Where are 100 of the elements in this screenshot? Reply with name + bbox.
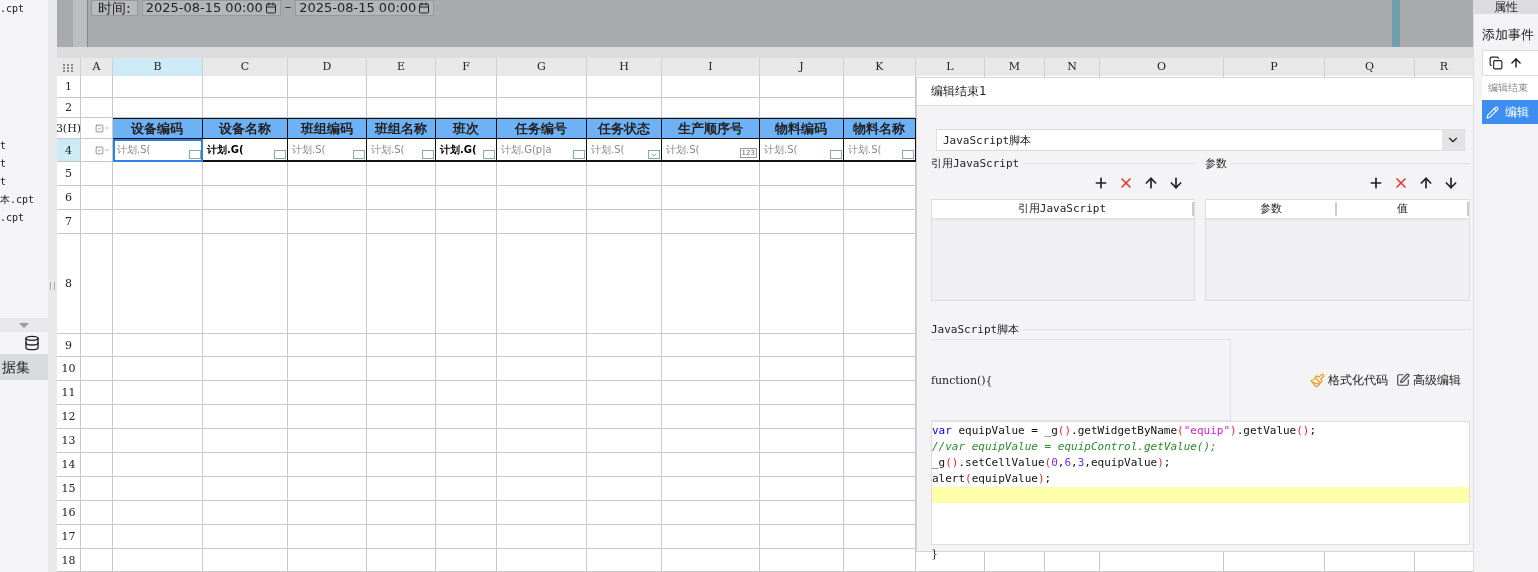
brush-icon (1309, 372, 1325, 388)
edit-icon (1395, 373, 1410, 387)
header-cell: 班组名称 (366, 118, 436, 139)
row-header[interactable]: 4 (56, 139, 81, 162)
code-line: alert(equipValue); (931, 471, 1053, 487)
row-header[interactable]: 1 (56, 76, 81, 98)
formula-cell[interactable]: 计划.G(p|a (496, 139, 587, 162)
table-cell (80, 477, 113, 501)
file-item[interactable]: t (0, 155, 48, 173)
code-editor[interactable]: var equipValue = _g().getWidgetByName("equip").getValue(); //var equipValue = equipControl.getValue(); _g().setCellValue(0,6,3,equipValue); alert(equipValue); (930, 421, 1470, 545)
table-cell (366, 501, 436, 525)
table-header: 参数 (1205, 202, 1338, 216)
row-header[interactable]: 17 (56, 525, 81, 549)
table-cell (435, 453, 497, 477)
header-cell: 班次 (435, 118, 497, 139)
formula-cell[interactable]: 计划.S( (759, 139, 844, 162)
row-header[interactable]: 14 (56, 453, 81, 477)
table-cell (366, 334, 436, 357)
table-cell (435, 357, 497, 381)
row-header[interactable]: 16 (56, 501, 81, 525)
table-cell (80, 381, 113, 405)
pencil-icon (1486, 105, 1500, 119)
table-cell (435, 477, 497, 501)
text-widget-icon (188, 150, 201, 159)
text-widget-icon (572, 150, 585, 159)
event-item[interactable]: 编辑结束 (1482, 76, 1538, 100)
text-widget-icon (829, 150, 842, 159)
table-cell (366, 76, 436, 98)
database-icon[interactable] (23, 335, 40, 351)
dash-icon (103, 147, 110, 153)
start-date-field[interactable]: 2025-08-15 00:00 (141, 0, 281, 16)
section-legend: 参数 (1204, 155, 1227, 171)
file-item[interactable]: .cpt (0, 209, 48, 227)
table-cell (435, 162, 497, 186)
file-item[interactable]: t (0, 137, 48, 155)
table-cell (366, 162, 436, 186)
formula-cell[interactable]: 计划.S( (112, 139, 203, 162)
row-header[interactable]: 9 (56, 334, 81, 357)
copy-icon[interactable] (1489, 56, 1504, 70)
formula-cell[interactable]: 计划.S( (586, 139, 662, 162)
file-item[interactable]: 本.cpt (0, 191, 48, 209)
table-cell (435, 334, 497, 357)
table-cell (80, 357, 113, 381)
dataset-tab[interactable]: 据集 (0, 354, 48, 380)
row-header[interactable]: 18 (56, 549, 81, 572)
row-header[interactable]: 2 (56, 98, 81, 118)
row-header[interactable]: 8 (56, 234, 81, 334)
ruler (72, 0, 88, 47)
formula-cell[interactable]: 计划.S( (843, 139, 916, 162)
file-item[interactable]: t (0, 173, 48, 191)
closing-brace: } (930, 547, 939, 560)
row-header[interactable]: 3(H) (56, 118, 81, 139)
table-cell (366, 357, 436, 381)
table-cell (80, 76, 113, 98)
dash-icon (103, 125, 110, 131)
time-label: 时间: (90, 0, 138, 16)
table-cell (366, 477, 436, 501)
end-date-field[interactable]: 2025-08-15 00:00 (295, 0, 435, 16)
marker-bar (1391, 0, 1400, 47)
text-widget-icon (352, 150, 365, 159)
row-header[interactable]: 15 (56, 477, 81, 501)
table-header: 值 (1337, 202, 1469, 216)
row-header[interactable]: 10 (56, 357, 81, 381)
header-cell: 设备名称 (202, 118, 288, 139)
splitter-handle[interactable] (49, 282, 55, 290)
header-cell: 物料名称 (843, 118, 916, 139)
formula-cell[interactable]: 计划.S( (287, 139, 367, 162)
row-header[interactable]: 13 (56, 429, 81, 453)
table-cell (435, 76, 497, 98)
table-header: 引用JavaScript (931, 202, 1194, 216)
table-cell (80, 210, 113, 234)
table-cell (80, 186, 113, 210)
table-cell (80, 405, 113, 429)
calendar-icon (418, 2, 431, 14)
row-header[interactable]: 7 (56, 210, 81, 234)
format-code-button[interactable]: 格式化代码 (1309, 371, 1388, 389)
table-cell (366, 98, 436, 118)
formula-cell[interactable]: 计划.S( (366, 139, 436, 162)
table-cell (435, 501, 497, 525)
formula-cell[interactable]: 计划.G( (202, 139, 288, 162)
row-header[interactable]: 11 (56, 381, 81, 405)
file-item[interactable]: .cpt (0, 0, 48, 18)
row-header[interactable]: 12 (56, 405, 81, 429)
section-legend: JavaScript脚本 (930, 321, 1020, 337)
header-cell: 班组编码 (287, 118, 367, 139)
table-cell (366, 405, 436, 429)
table-cell (435, 525, 497, 549)
table-cell (366, 210, 436, 234)
row-header[interactable]: 5 (56, 162, 81, 186)
table-cell (80, 334, 113, 357)
calendar-icon (264, 2, 277, 14)
row-header[interactable]: 6 (56, 186, 81, 210)
advanced-edit-button[interactable]: 高级编辑 (1395, 371, 1461, 389)
formula-cell[interactable]: 计划.G( (435, 139, 497, 162)
type-select[interactable]: JavaScript脚本 (935, 129, 1465, 151)
dropdown-widget-icon (647, 150, 660, 159)
header-cell: 任务状态 (586, 118, 662, 139)
text-widget-icon (901, 150, 914, 159)
table-cell (80, 429, 113, 453)
table-cell (366, 381, 436, 405)
